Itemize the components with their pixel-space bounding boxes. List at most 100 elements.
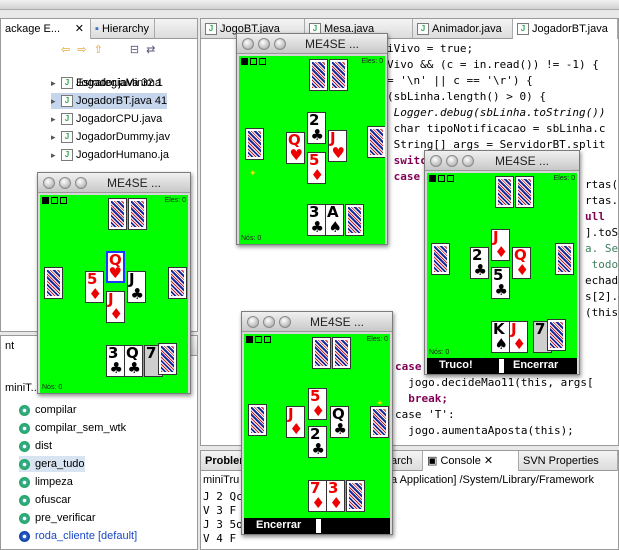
table-card: Q ♥	[286, 131, 305, 164]
round-marker-icon	[255, 336, 262, 343]
code-fragment: ].toS	[585, 226, 619, 239]
emulator-window-1[interactable]: ME4SE ... Eles: 0 Q ♥ 2 ♣ J ♥ 5 ♦ ✦ 3 ♣ A ♠ Nó…	[236, 33, 388, 245]
console-line: V 3 F	[203, 504, 237, 517]
hand-card[interactable]: J ♦	[509, 321, 528, 353]
ant-target-label: compilar_sem_wtk	[35, 422, 127, 434]
tab-console[interactable]: ▣ Console ✕	[423, 451, 519, 471]
table-card: J ♦	[491, 228, 510, 261]
expand-icon[interactable]: ▸	[51, 129, 61, 145]
tab-package-explorer-label: ackage E...	[5, 23, 61, 35]
ant-target[interactable]: compilar_sem_wtk	[19, 420, 126, 436]
tab-package-explorer[interactable]: ackage E... ✕	[1, 19, 91, 39]
expand-icon[interactable]: ▸	[51, 111, 61, 127]
card-back	[168, 267, 187, 299]
hand-card[interactable]: 3 ♣	[307, 204, 326, 236]
emulator-window-3[interactable]: ME4SE ... Eles: 0 J ♦ 2 ♣ Q ♦ 5 ♣ K ♠ J ♦ 7 Nó…	[424, 150, 580, 375]
card-back	[329, 59, 348, 91]
title-bar[interactable]: ME4SE ...	[237, 34, 387, 54]
emulator-window-4[interactable]: ME4SE ... Eles: 0 ✦ J ♦ 5 ♦ Q ♣ 2 ♣ 7 ♦ 3 ♦ En…	[241, 311, 393, 535]
console-icon: ▣	[427, 455, 438, 467]
game-screen[interactable]: Eles: 0 Q ♥ 2 ♣ J ♥ 5 ♦ ✦ 3 ♣ A ♠ Nós: 0	[239, 56, 385, 244]
truco-softkey[interactable]: Truco!	[439, 359, 473, 371]
ant-target[interactable]: dist	[19, 438, 52, 454]
ant-target-default[interactable]: roda_cliente [default]	[19, 528, 137, 544]
table-card: Q ♣	[330, 405, 349, 438]
tree-item[interactable]: ▸ J Jogador.java 32 1	[51, 75, 163, 91]
dealer-indicator: ✦	[249, 168, 257, 178]
code-line: (sbLinha.length() > 0) {	[387, 90, 546, 103]
hand-card[interactable]: A ♠	[325, 204, 344, 236]
card-back	[345, 204, 364, 236]
table-card: Q ♦	[512, 246, 531, 279]
game-screen[interactable]: Eles: 0 Q ♥ 5 ♦ J ♣ J ♦ 3 ♣ Q ♣ 7 Nós: 0	[40, 195, 188, 393]
ant-target[interactable]: pre_verificar	[19, 510, 96, 526]
softkey-bar: Encerrar	[244, 518, 390, 534]
table-card: J ♦	[106, 290, 125, 323]
close-icon[interactable]: ✕	[75, 19, 84, 39]
ant-target-label: dist	[35, 440, 53, 452]
collapse-all-icon[interactable]: ⊟	[130, 44, 139, 56]
emulator-window-2[interactable]: ME4SE ... Eles: 0 Q ♥ 5 ♦ J ♣ J ♦ 3 ♣ Q ♣ 7 Nó…	[37, 172, 191, 394]
tab-ant[interactable]: nt	[1, 336, 41, 356]
title-bar[interactable]: ME4SE ...	[242, 312, 392, 332]
link-editor-icon[interactable]: ⇄	[146, 44, 155, 56]
game-screen[interactable]: Eles: 0 ✦ J ♦ 5 ♦ Q ♣ 2 ♣ 7 ♦ 3 ♦ Encerrar	[244, 334, 390, 534]
encerrar-softkey[interactable]: Encerrar	[256, 519, 301, 531]
tab-svn-properties-label: SVN Properties	[523, 455, 599, 467]
ant-root[interactable]: miniT...	[5, 380, 40, 396]
tab-ant-label: nt	[5, 340, 15, 352]
table-card: 5 ♦	[85, 270, 104, 303]
code-fragments: rtas( rtas.l ull ].toS a. Se todos echad…	[585, 177, 619, 319]
expand-icon[interactable]: ▸	[51, 147, 61, 163]
tab-editor-active[interactable]: J JogadorBT.java	[513, 19, 618, 39]
ant-target[interactable]: limpeza	[19, 474, 73, 490]
tree-item[interactable]: ▸ J JogadorCPU.java	[51, 111, 162, 127]
round-marker-icon	[264, 336, 271, 343]
softkey-divider	[316, 519, 321, 533]
hierarchy-icon: ▪	[95, 23, 99, 35]
package-explorer-tabbar: ackage E... ✕ ▪ Hierarchy	[1, 19, 197, 39]
hand-card[interactable]: 3 ♦	[326, 480, 345, 512]
ant-target[interactable]: compilar	[19, 402, 77, 418]
title-bar[interactable]: ME4SE ...	[425, 151, 579, 171]
card-back	[515, 176, 534, 208]
card-back	[431, 243, 450, 275]
forward-icon[interactable]: ⇨	[77, 44, 86, 56]
encerrar-softkey[interactable]: Encerrar	[513, 359, 558, 371]
back-icon[interactable]: ⇦	[61, 44, 70, 56]
round-marker-icon	[42, 197, 49, 204]
tab-hierarchy[interactable]: ▪ Hierarchy	[91, 19, 155, 39]
tree-item-selected[interactable]: ▸ J JogadorBT.java 41	[51, 93, 168, 109]
code-fragment: ull	[585, 210, 605, 223]
console-line: V 4 F	[203, 532, 237, 545]
up-icon[interactable]: ⇧	[94, 44, 103, 56]
close-icon[interactable]: ✕	[484, 455, 493, 467]
ant-target-selected[interactable]: gera_tudo	[19, 456, 85, 472]
expand-icon[interactable]: ▸	[51, 75, 61, 91]
expand-icon[interactable]: ▸	[51, 93, 61, 109]
card-back	[370, 406, 389, 438]
softkey-divider	[499, 359, 504, 373]
hand-card[interactable]: Q ♣	[124, 345, 143, 377]
game-screen[interactable]: Eles: 0 J ♦ 2 ♣ Q ♦ 5 ♣ K ♠ J ♦ 7 Nós: 0 Truco…	[427, 173, 577, 374]
hand-card[interactable]: K ♠	[491, 321, 510, 353]
tree-item[interactable]: ▸ J JogadorDummy.jav	[51, 129, 170, 145]
card-back	[245, 128, 264, 160]
tab-editor-label: JogadorBT.java	[532, 23, 608, 35]
console-header: miniTru	[203, 474, 240, 486]
hand-card[interactable]: 3 ♣	[106, 345, 125, 377]
tab-editor[interactable]: J Animador.java	[413, 19, 513, 39]
tab-console-label: Console	[440, 455, 481, 467]
tab-svn-properties[interactable]: SVN Properties	[519, 451, 618, 471]
table-card: 5 ♦	[308, 387, 327, 420]
tree-item[interactable]: ▸ J JogadorHumano.ja	[51, 147, 169, 163]
tree-item-label: JogadorCPU.java	[76, 113, 163, 125]
title-bar[interactable]: ME4SE ...	[38, 173, 190, 193]
console-line: J 3 5o	[203, 518, 243, 531]
tree-item-label: Jogador.java 32 1	[76, 77, 163, 89]
ant-root-label: miniT...	[5, 382, 40, 394]
ant-target[interactable]: ofuscar	[19, 492, 71, 508]
hand-card[interactable]: 7 ♦	[308, 480, 327, 512]
tree-item-label: JogadorDummy.jav	[76, 131, 170, 143]
java-file-icon: J	[61, 149, 73, 162]
